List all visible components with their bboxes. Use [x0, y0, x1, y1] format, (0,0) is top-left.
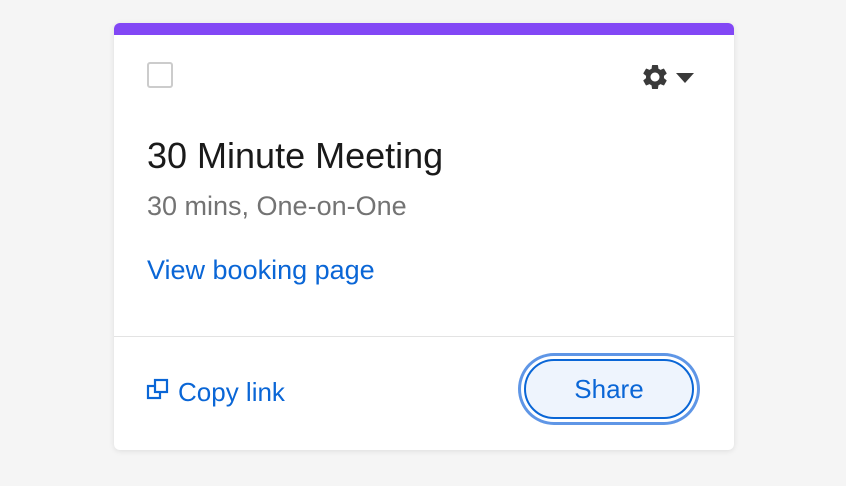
event-type-card: 30 Minute Meeting 30 mins, One-on-One Vi…: [114, 23, 734, 450]
select-checkbox[interactable]: [147, 62, 173, 88]
copy-link-label: Copy link: [178, 377, 285, 407]
settings-menu-button[interactable]: [640, 63, 704, 95]
event-title: 30 Minute Meeting: [147, 135, 444, 176]
view-booking-page-link[interactable]: View booking page: [147, 255, 375, 286]
divider: [114, 336, 734, 337]
caret-down-icon: [676, 70, 694, 88]
share-button[interactable]: Share: [524, 359, 694, 419]
copy-link-button[interactable]: Copy link: [146, 377, 285, 408]
gear-icon: [640, 62, 670, 97]
event-details: 30 mins, One-on-One: [147, 191, 407, 221]
accent-bar: [114, 23, 734, 35]
copy-icon: [146, 378, 170, 407]
